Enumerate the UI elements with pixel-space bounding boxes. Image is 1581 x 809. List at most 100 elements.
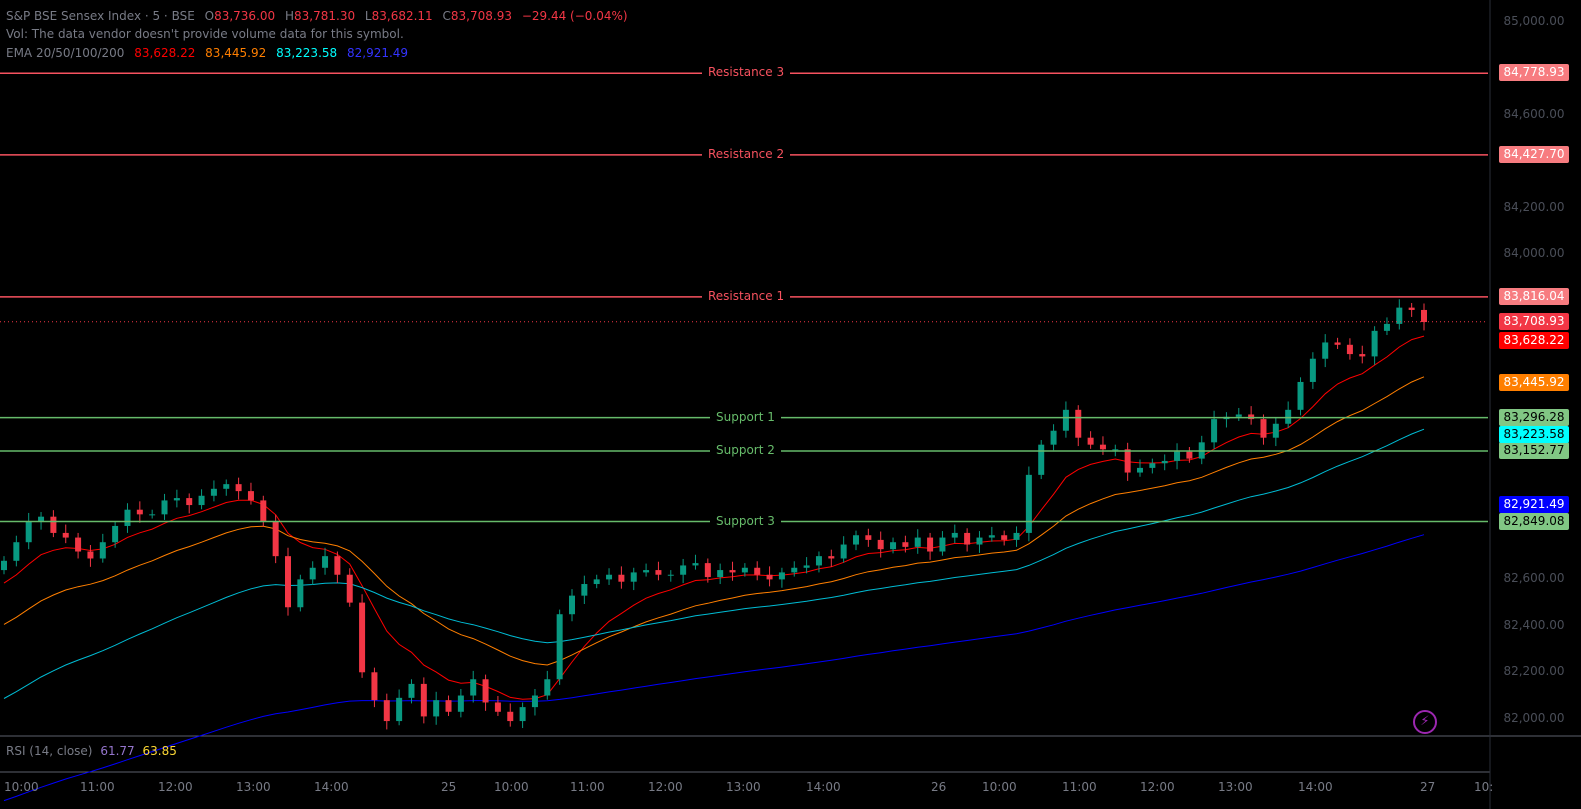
price-tick: 84,000.00	[1503, 246, 1565, 261]
candle-body	[1124, 449, 1131, 473]
candle-body	[569, 595, 575, 615]
candle-body	[1272, 423, 1279, 438]
candle-body	[754, 567, 761, 575]
candle-body	[1322, 342, 1329, 359]
candle-body	[519, 707, 526, 722]
candle-body	[729, 570, 736, 573]
candle-body	[309, 567, 316, 580]
candle-body	[1211, 419, 1218, 443]
candle-body	[741, 567, 748, 573]
candle-body	[494, 702, 501, 712]
candle-body	[1334, 342, 1341, 345]
price-badge: 83,445.92	[1499, 373, 1569, 391]
candle-body	[322, 556, 329, 568]
candle-body	[531, 695, 538, 708]
candle-body	[914, 537, 921, 547]
candle-body	[593, 579, 600, 585]
level-label[interactable]: Support 2	[710, 442, 781, 457]
level-price-badge: 83,296.28	[1499, 408, 1569, 426]
candle-body	[1285, 409, 1292, 424]
time-tick: 10:00	[982, 780, 1017, 794]
candle-body	[198, 495, 205, 506]
time-tick: 14:00	[1298, 780, 1333, 794]
price-badge: 83,628.22	[1499, 331, 1569, 349]
candle-body	[112, 525, 119, 543]
candle-body	[704, 563, 711, 578]
level-price-badge: 84,427.70	[1499, 145, 1569, 163]
candle-body	[507, 711, 514, 722]
candle-body	[25, 521, 32, 543]
candle-body	[210, 488, 217, 496]
candle-body	[606, 574, 613, 580]
price-badge: 83,223.58	[1499, 425, 1569, 443]
candle-body	[630, 572, 637, 582]
ema100-value: 83,223.58	[276, 46, 338, 60]
time-tick: 12:00	[158, 780, 193, 794]
candle-body	[87, 551, 94, 559]
candle-body	[408, 683, 415, 698]
candle-body	[1050, 430, 1057, 445]
level-price-badge: 83,152.77	[1499, 441, 1569, 459]
candle-body	[161, 500, 168, 515]
candle-body	[1099, 444, 1106, 450]
price-tick: 82,400.00	[1503, 617, 1565, 632]
candle-body	[1, 560, 7, 571]
ema20-value: 83,628.22	[134, 46, 196, 60]
level-label[interactable]: Resistance 1	[702, 288, 791, 303]
candle-body	[420, 683, 427, 717]
lightning-icon[interactable]: ⚡	[1413, 710, 1437, 734]
volume-legend: Vol: The data vendor doesn't provide vol…	[6, 27, 404, 41]
candle-body	[445, 700, 452, 712]
candle-body	[396, 697, 403, 722]
time-tick: 10:00	[4, 780, 39, 794]
candle-body	[149, 514, 156, 516]
candle-body	[371, 672, 378, 701]
time-tick: 13:00	[1218, 780, 1253, 794]
candle-body	[1186, 451, 1193, 459]
symbol-legend: S&P BSE Sensex Index · 5 · BSE O83,736.0…	[6, 9, 628, 23]
open-value: 83,736.00	[214, 9, 276, 23]
candle-body	[877, 539, 884, 550]
level-label[interactable]: Resistance 3	[702, 65, 791, 80]
change-value: −29.44 (−0.04%)	[521, 9, 628, 23]
time-tick: 11:00	[80, 780, 115, 794]
candle-body	[976, 537, 983, 545]
candle-body	[618, 574, 625, 582]
candle-body	[1062, 409, 1069, 431]
candle-body	[260, 500, 267, 522]
candle-body	[223, 484, 230, 489]
level-label[interactable]: Support 1	[710, 409, 781, 424]
ema-label: EMA 20/50/100/200	[6, 46, 125, 60]
candle-body	[1383, 323, 1390, 331]
candle-body	[951, 532, 958, 538]
price-tick: 84,600.00	[1503, 106, 1565, 121]
candle-body	[1309, 358, 1316, 382]
level-label[interactable]: Resistance 2	[702, 146, 791, 161]
candle-body	[865, 535, 872, 540]
ema200-value: 82,921.49	[346, 46, 409, 60]
candle-body	[655, 570, 662, 575]
candle-body	[902, 542, 909, 547]
candle-body	[803, 565, 810, 568]
candle-body	[1248, 414, 1255, 420]
candle-body	[1359, 354, 1366, 357]
price-tick: 85,000.00	[1503, 13, 1565, 28]
price-chart[interactable]	[0, 0, 1581, 809]
low-value: 83,682.11	[371, 9, 433, 23]
candle-body	[556, 614, 563, 680]
candle-body	[124, 509, 131, 526]
level-label[interactable]: Support 3	[710, 513, 781, 528]
candle-body	[297, 579, 304, 608]
ema50-value: 83,445.92	[205, 46, 267, 60]
candle-body	[1038, 444, 1045, 475]
ema-legend: EMA 20/50/100/200 83,628.22 83,445.92 83…	[6, 44, 414, 62]
candle-body	[927, 537, 934, 552]
candle-body	[173, 498, 180, 501]
candle-body	[680, 565, 687, 575]
rsi-value-1: 61.77	[100, 744, 135, 758]
candle-body	[285, 556, 291, 608]
candle-body	[186, 498, 193, 506]
candle-body	[581, 584, 588, 596]
candle-body	[136, 509, 143, 515]
candle-body	[643, 570, 650, 573]
